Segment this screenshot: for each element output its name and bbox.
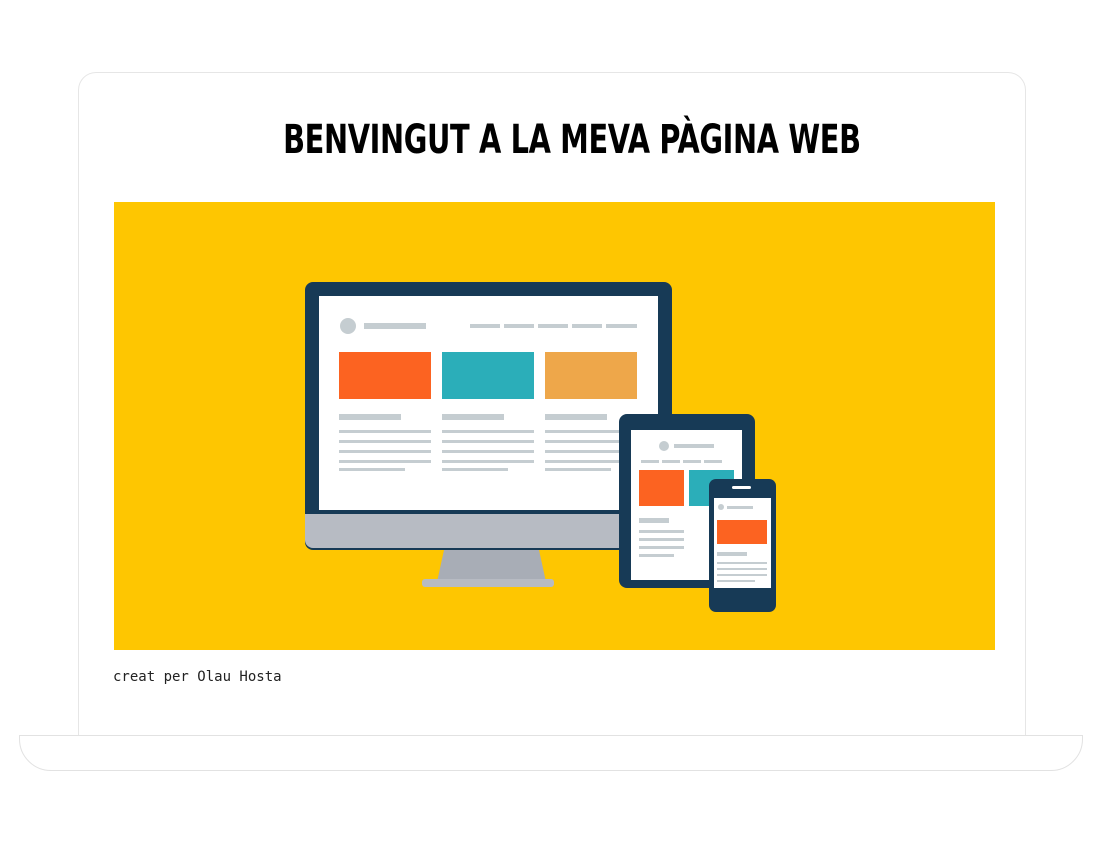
laptop-mockup: BENVINGUT A LA MEVA PÀGINA WEB creat per… bbox=[0, 0, 1106, 845]
laptop-base bbox=[19, 735, 1083, 771]
smartphone-icon bbox=[709, 479, 776, 612]
monitor-icon bbox=[305, 282, 672, 587]
hero-image bbox=[114, 202, 995, 650]
responsive-devices-illustration bbox=[114, 202, 995, 650]
page-title: BENVINGUT A LA MEVA PÀGINA WEB bbox=[283, 117, 861, 163]
author-credit: creat per Olau Hosta bbox=[113, 669, 282, 685]
